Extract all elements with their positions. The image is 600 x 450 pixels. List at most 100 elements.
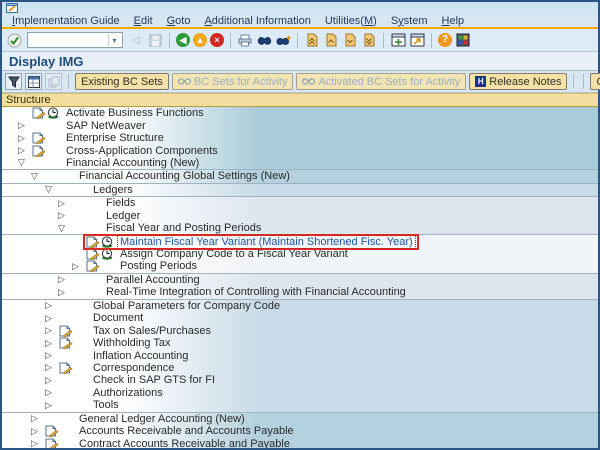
img-documentation-icon[interactable] — [31, 145, 46, 157]
change-log-button[interactable]: Change Log — [590, 73, 600, 90]
tree-row-check-in-sap-gts-for-fi[interactable]: ▷Check in SAP GTS for FI — [2, 374, 598, 386]
expand-node-icon[interactable]: ▷ — [45, 301, 58, 310]
tree-row-label[interactable]: Tools — [91, 399, 121, 411]
expand-node-icon[interactable]: ▷ — [72, 262, 85, 271]
command-field[interactable]: ▾ — [27, 32, 123, 48]
tree-row-label[interactable]: Financial Accounting Global Settings (Ne… — [77, 170, 292, 182]
copy-button[interactable] — [45, 73, 62, 90]
expand-node-icon[interactable]: ▷ — [18, 121, 31, 130]
img-documentation-icon[interactable] — [58, 337, 73, 349]
tree-row-assign-company-code-to-a-fiscal-year-variant[interactable]: Assign Company Code to a Fiscal Year Var… — [2, 248, 598, 260]
tree-row-label[interactable]: Withholding Tax — [91, 337, 172, 349]
menu-item-system[interactable]: System — [391, 15, 428, 27]
first-page-icon[interactable] — [304, 32, 320, 48]
menu-item-edit[interactable]: Edit — [134, 15, 153, 27]
next-page-icon[interactable] — [342, 32, 358, 48]
tree-row-label[interactable]: Enterprise Structure — [64, 132, 166, 144]
enter-icon[interactable] — [6, 32, 22, 48]
print-icon[interactable] — [237, 32, 253, 48]
tree-row-financial-accounting-global-settings-new[interactable]: ▽ Financial Accounting Global Settings (N… — [2, 170, 598, 183]
new-session-icon[interactable] — [390, 32, 406, 48]
tree-row-contract-accounts-receivable-and-payable[interactable]: ▷ Contract Accounts Receivable and Payabl… — [2, 437, 598, 448]
tree-row-label[interactable]: Check in SAP GTS for FI — [91, 374, 217, 386]
filter-button[interactable] — [5, 73, 22, 90]
existing-bc-sets-button[interactable]: Existing BC Sets — [75, 73, 169, 90]
img-activity-icon[interactable] — [100, 236, 115, 248]
tree-row-maintain-fiscal-year-variant-maintain-shortened-fisc-year[interactable]: Maintain Fiscal Year Variant (Maintain S… — [2, 235, 598, 247]
tree-row-fields[interactable]: ▷ Fields — [2, 197, 598, 209]
expand-node-icon[interactable]: ▷ — [58, 275, 71, 284]
tree-row-label[interactable]: Cross-Application Components — [64, 145, 220, 157]
tree-row-label[interactable]: Document — [91, 312, 145, 324]
tree-row-label[interactable]: Correspondence — [91, 362, 176, 374]
expand-node-icon[interactable]: ▷ — [45, 326, 58, 335]
expand-node-icon[interactable]: ▷ — [45, 339, 58, 348]
save-icon[interactable] — [147, 32, 163, 48]
tree-row-label[interactable]: Assign Company Code to a Fiscal Year Var… — [118, 248, 350, 260]
tree-row-tools[interactable]: ▷Tools — [2, 399, 598, 412]
img-documentation-icon[interactable] — [31, 107, 46, 119]
tree-row-correspondence[interactable]: ▷ Correspondence — [2, 362, 598, 374]
tree-row-label[interactable]: Inflation Accounting — [91, 350, 190, 362]
tree-row-authorizations[interactable]: ▷Authorizations — [2, 387, 598, 399]
tree-row-posting-periods[interactable]: ▷ Posting Periods — [2, 260, 598, 273]
img-documentation-icon[interactable] — [44, 425, 59, 437]
expand-node-icon[interactable]: ▷ — [58, 288, 71, 297]
activated-bc-sets-for-activity-button[interactable]: Activated BC Sets for Activity — [296, 73, 466, 90]
img-documentation-icon[interactable] — [85, 260, 100, 272]
img-documentation-icon[interactable] — [31, 132, 46, 144]
bc-sets-for-activity-button[interactable]: BC Sets for Activity — [172, 73, 294, 90]
img-documentation-icon[interactable] — [44, 438, 59, 448]
tree-row-enterprise-structure[interactable]: ▷Enterprise Structure — [2, 132, 598, 144]
expand-node-icon[interactable]: ▷ — [45, 363, 58, 372]
previous-page-icon[interactable] — [323, 32, 339, 48]
menu-item-utilities-m[interactable]: Utilities(M) — [325, 15, 377, 27]
img-documentation-icon[interactable] — [85, 248, 100, 260]
tree-row-label[interactable]: Financial Accounting (New) — [64, 157, 201, 169]
collapse-node-icon[interactable]: ▽ — [45, 185, 58, 194]
tree-row-label[interactable]: Ledgers — [91, 184, 135, 196]
tree-row-sap-netweaver[interactable]: ▷SAP NetWeaver — [2, 119, 598, 131]
expand-node-icon[interactable]: ▷ — [31, 427, 44, 436]
tree-row-ledger[interactable]: ▷Ledger — [2, 210, 598, 222]
tree-row-tax-on-sales-purchases[interactable]: ▷ Tax on Sales/Purchases — [2, 324, 598, 336]
tree-row-withholding-tax[interactable]: ▷ Withholding Tax — [2, 337, 598, 349]
find-icon[interactable] — [256, 32, 272, 48]
collapse-node-icon[interactable]: ▽ — [58, 224, 71, 233]
create-shortcut-icon[interactable] — [409, 32, 425, 48]
exit-icon[interactable]: ▲ — [193, 33, 207, 47]
tree-row-label[interactable]: Ledger — [104, 210, 142, 222]
tree-row-label[interactable]: Parallel Accounting — [104, 274, 202, 286]
command-input[interactable] — [28, 34, 108, 46]
tree-row-document[interactable]: ▷ Document — [2, 312, 598, 324]
expand-node-icon[interactable]: ▷ — [31, 414, 44, 423]
tree-row-global-parameters-for-company-code[interactable]: ▷ Global Parameters for Company Code — [2, 300, 598, 312]
display-views-button[interactable] — [25, 73, 42, 90]
tree-row-cross-application-components[interactable]: ▷ Cross-Application Components — [2, 144, 598, 156]
collapse-node-icon[interactable]: ▽ — [31, 172, 44, 181]
tree-row-label[interactable]: Activate Business Functions — [64, 107, 206, 119]
expand-node-icon[interactable]: ▷ — [31, 439, 44, 448]
tree-row-label[interactable]: Fields — [104, 197, 137, 209]
tree-row-label[interactable]: Contract Accounts Receivable and Payable — [77, 438, 292, 448]
expand-node-icon[interactable]: ▷ — [58, 199, 71, 208]
last-page-icon[interactable] — [361, 32, 377, 48]
release-notes-button[interactable]: HRelease Notes — [469, 73, 567, 90]
expand-node-icon[interactable]: ▷ — [45, 351, 58, 360]
tree-row-label[interactable]: Posting Periods — [118, 260, 199, 272]
expand-node-icon[interactable]: ▷ — [45, 314, 58, 323]
tree-row-label[interactable]: Tax on Sales/Purchases — [91, 325, 213, 337]
cancel-icon[interactable]: × — [210, 33, 224, 47]
tree-row-label[interactable]: Global Parameters for Company Code — [91, 300, 282, 312]
tree-row-inflation-accounting[interactable]: ▷ Inflation Accounting — [2, 349, 598, 361]
expand-node-icon[interactable]: ▷ — [45, 388, 58, 397]
expand-node-icon[interactable]: ▷ — [18, 146, 31, 155]
find-next-icon[interactable] — [275, 32, 291, 48]
menu-item-help[interactable]: Help — [442, 15, 465, 27]
img-activity-icon[interactable] — [46, 107, 61, 119]
tree-row-parallel-accounting[interactable]: ▷ Parallel Accounting — [2, 274, 598, 286]
customize-layout-icon[interactable] — [455, 32, 471, 48]
back-icon[interactable]: ◀ — [176, 33, 190, 47]
menu-item-additional-information[interactable]: Additional Information — [204, 15, 310, 27]
img-documentation-icon[interactable] — [58, 362, 73, 374]
